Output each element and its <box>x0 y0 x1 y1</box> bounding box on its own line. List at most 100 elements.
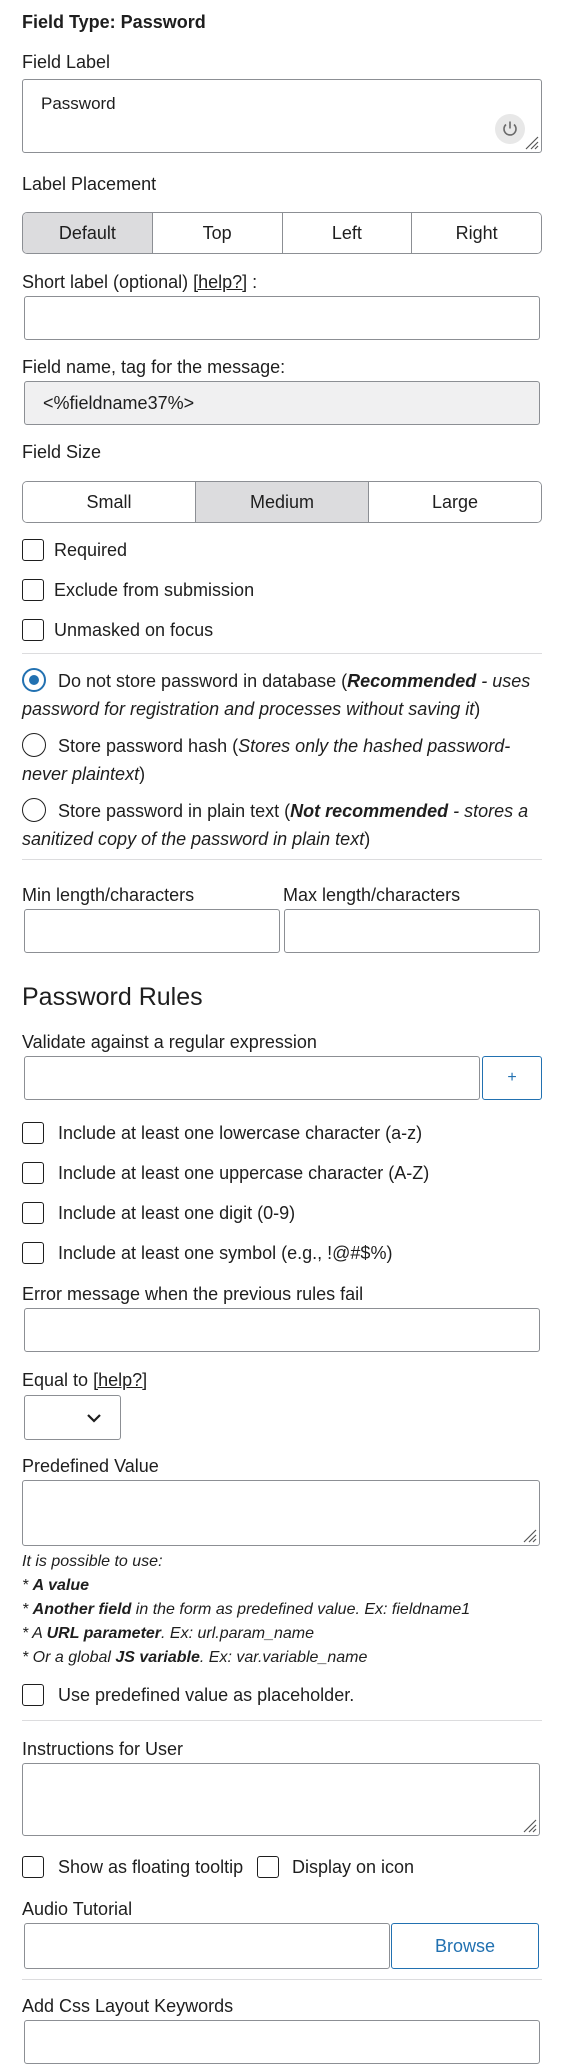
resize-handle-icon[interactable] <box>523 134 539 150</box>
field-name-label: Field name, tag for the message: <box>22 357 286 377</box>
equal-to-help-link[interactable]: [help?] <box>93 1370 147 1390</box>
note-bullet: * Or a global <box>22 1649 116 1666</box>
uppercase-checkbox[interactable] <box>22 1162 44 1184</box>
add-regex-button[interactable]: + <box>482 1056 542 1100</box>
field-label-label: Field Label <box>22 52 111 72</box>
digit-checkbox[interactable] <box>22 1202 44 1224</box>
error-message-input[interactable] <box>24 1308 540 1352</box>
note-bold: Another field <box>32 1601 132 1618</box>
divider <box>22 859 542 860</box>
audio-tutorial-label: Audio Tutorial <box>22 1899 133 1919</box>
unmasked-label: Unmasked on focus <box>54 620 214 640</box>
size-large-button[interactable]: Large <box>368 482 541 522</box>
symbol-label: Include at least one symbol (e.g., !@#$%… <box>58 1243 393 1263</box>
predefined-value-label: Predefined Value <box>22 1456 159 1476</box>
exclude-checkbox[interactable] <box>22 579 44 601</box>
floating-tooltip-label: Show as floating tooltip <box>58 1857 244 1877</box>
label-placement-segmented: Default Top Left Right <box>22 212 542 254</box>
chevron-down-icon <box>87 1414 101 1423</box>
storage-hash-name: Store password hash ( <box>58 736 239 756</box>
placement-left-button[interactable]: Left <box>281 213 412 253</box>
field-size-label: Field Size <box>22 442 102 462</box>
max-length-input[interactable] <box>284 909 540 953</box>
label-placement-label: Label Placement <box>22 174 157 194</box>
use-placeholder-checkbox[interactable] <box>22 1684 44 1706</box>
equal-to-text: Equal to <box>22 1370 94 1390</box>
short-label-text: Short label (optional) <box>22 272 194 292</box>
password-rules-heading: Password Rules <box>22 983 203 1011</box>
display-on-icon-checkbox[interactable] <box>257 1856 279 1878</box>
note-bullet: * A <box>22 1625 47 1642</box>
short-label-label: Short label (optional) [help?] : <box>22 272 257 293</box>
regex-input[interactable] <box>24 1056 480 1100</box>
regex-label: Validate against a regular expression <box>22 1032 317 1052</box>
note-text: in the form as predefined value. Ex: fie… <box>131 1601 471 1618</box>
predefined-note-line: * A value <box>22 1574 89 1598</box>
power-icon[interactable] <box>495 114 525 144</box>
field-settings-panel: Field Type: Password Field Label Passwor… <box>0 0 566 2070</box>
required-checkbox[interactable] <box>22 539 44 561</box>
min-length-input[interactable] <box>24 909 280 953</box>
storage-none-recommended: Recommended <box>347 671 477 691</box>
lowercase-checkbox[interactable] <box>22 1122 44 1144</box>
lowercase-label: Include at least one lowercase character… <box>58 1123 423 1143</box>
page-title: Field Type: Password <box>22 12 206 32</box>
use-placeholder-label: Use predefined value as placeholder. <box>58 1685 355 1705</box>
digit-label: Include at least one digit (0-9) <box>58 1203 296 1223</box>
storage-plain-close: ) <box>364 829 371 849</box>
size-medium-button[interactable]: Medium <box>195 482 368 522</box>
predefined-note-line: * A URL parameter. Ex: url.param_name <box>22 1622 314 1646</box>
field-label-value: Password <box>41 94 116 113</box>
exclude-label: Exclude from submission <box>54 580 255 600</box>
predefined-value-textarea[interactable] <box>22 1480 540 1546</box>
field-name-input[interactable]: <%fieldname37%> <box>24 381 540 425</box>
symbol-checkbox[interactable] <box>22 1242 44 1264</box>
placement-top-button[interactable]: Top <box>151 213 282 253</box>
divider <box>22 653 542 654</box>
storage-none-label: Do not store password in database (Recom… <box>22 667 542 723</box>
storage-plain-not-recommended: Not recommended <box>290 801 449 821</box>
short-label-help-link[interactable]: [help?] <box>193 272 247 292</box>
storage-none-name: Do not store password in database ( <box>58 671 348 691</box>
storage-plain-name: Store password in plain text ( <box>58 801 291 821</box>
note-bold: JS variable <box>115 1649 200 1666</box>
note-text: . Ex: url.param_name <box>161 1625 314 1642</box>
note-text: . Ex: var.variable_name <box>199 1649 368 1666</box>
short-label-input[interactable] <box>24 296 540 340</box>
size-small-button[interactable]: Small <box>23 482 195 522</box>
note-bold: URL parameter <box>46 1625 162 1642</box>
instructions-textarea[interactable] <box>22 1763 540 1836</box>
equal-to-label: Equal to [help?] <box>22 1370 147 1391</box>
predefined-note-intro: It is possible to use: <box>22 1553 163 1570</box>
max-length-label: Max length/characters <box>283 885 461 905</box>
field-name-value: <%fieldname37%> <box>43 393 195 413</box>
min-length-label: Min length/characters <box>22 885 195 905</box>
field-size-segmented: Small Medium Large <box>22 481 542 523</box>
error-message-label: Error message when the previous rules fa… <box>22 1284 364 1304</box>
audio-tutorial-input[interactable] <box>24 1923 390 1969</box>
predefined-note-line: * Another field in the form as predefine… <box>22 1598 470 1622</box>
floating-tooltip-checkbox[interactable] <box>22 1856 44 1878</box>
browse-button[interactable]: Browse <box>391 1923 539 1969</box>
resize-handle-icon[interactable] <box>521 1527 537 1543</box>
display-on-icon-label: Display on icon <box>292 1857 415 1877</box>
required-label: Required <box>54 540 128 560</box>
storage-plain-label: Store password in plain text (Not recomm… <box>22 797 542 853</box>
placement-right-button[interactable]: Right <box>411 213 541 253</box>
storage-none-close: ) <box>474 699 481 719</box>
css-keywords-input[interactable] <box>24 2020 540 2064</box>
note-bold: A value <box>32 1577 89 1594</box>
divider <box>22 1720 542 1721</box>
divider <box>22 1979 542 1980</box>
storage-hash-label: Store password hash (Stores only the has… <box>22 732 542 788</box>
unmasked-checkbox[interactable] <box>22 619 44 641</box>
css-keywords-label: Add Css Layout Keywords <box>22 1996 234 2016</box>
instructions-label: Instructions for User <box>22 1739 184 1759</box>
note-bullet: * <box>22 1577 33 1594</box>
resize-handle-icon[interactable] <box>521 1817 537 1833</box>
field-label-textarea[interactable]: Password <box>22 79 542 153</box>
equal-to-select[interactable] <box>24 1395 121 1440</box>
placement-default-button[interactable]: Default <box>23 213 152 253</box>
predefined-note-line: * Or a global JS variable. Ex: var.varia… <box>22 1646 367 1670</box>
uppercase-label: Include at least one uppercase character… <box>58 1163 430 1183</box>
